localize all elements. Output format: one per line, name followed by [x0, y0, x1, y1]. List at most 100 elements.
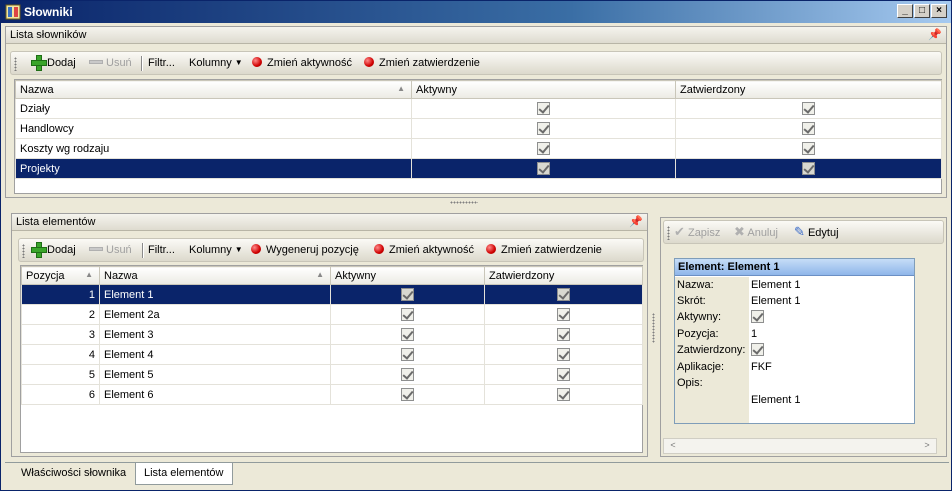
table-row[interactable]: 2 Element 2a — [21, 304, 643, 325]
approved-checkbox[interactable] — [557, 308, 570, 321]
dictionaries-panel-title: Lista słowników — [10, 29, 87, 41]
table-row-selected[interactable]: 1 Element 1 — [21, 284, 643, 305]
elements-panel-header: Lista elementów 📌 — [12, 214, 647, 231]
dictionaries-panel: Lista słowników 📌 Dodaj Usuń Filtr... Ko… — [5, 26, 947, 198]
change-active-button[interactable]: Zmień aktywność — [374, 239, 474, 261]
active-checkbox[interactable] — [751, 310, 764, 323]
approved-checkbox[interactable] — [802, 142, 815, 155]
save-button[interactable]: ✔ Zapisz — [674, 221, 720, 243]
card-body: Nazwa: Element 1 Skrót: Element 1 Aktywn… — [675, 277, 914, 423]
remove-icon — [89, 247, 103, 251]
x-icon: ✖ — [734, 224, 745, 239]
active-cell — [411, 98, 676, 119]
pin-icon[interactable]: 📌 — [928, 28, 942, 41]
toolbar-grip[interactable] — [667, 226, 670, 240]
add-button[interactable]: Dodaj — [31, 52, 76, 74]
approved-checkbox[interactable] — [557, 348, 570, 361]
active-checkbox[interactable] — [401, 288, 414, 301]
scroll-right-icon[interactable]: > — [920, 440, 934, 452]
change-approval-button[interactable]: Zmień zatwierdzenie — [486, 239, 602, 261]
approved-checkbox[interactable] — [557, 388, 570, 401]
approved-checkbox[interactable] — [802, 122, 815, 135]
label-short: Skrót: — [677, 295, 706, 307]
table-row[interactable]: 6 Element 6 — [21, 384, 643, 405]
change-active-label: Zmień aktywność — [267, 57, 352, 69]
columns-button[interactable]: Kolumny ▼ — [189, 239, 243, 261]
active-checkbox[interactable] — [401, 308, 414, 321]
horizontal-scrollbar[interactable]: < > — [663, 438, 937, 454]
table-row[interactable]: 3 Element 3 — [21, 324, 643, 345]
filter-button[interactable]: Filtr... — [148, 239, 175, 261]
approved-checkbox[interactable] — [802, 102, 815, 115]
col-header-active[interactable]: Aktywny — [411, 80, 676, 99]
table-row[interactable]: Działy — [15, 98, 942, 119]
approved-checkbox[interactable] — [557, 368, 570, 381]
tab-elements-list[interactable]: Lista elementów — [135, 463, 233, 485]
change-approval-label: Zmień zatwierdzenie — [379, 57, 480, 69]
active-checkbox[interactable] — [537, 122, 550, 135]
row-position: 3 — [21, 324, 100, 345]
col-header-name[interactable]: Nazwa ▲ — [99, 266, 331, 285]
label-position: Pozycja: — [677, 328, 719, 340]
change-active-button[interactable]: Zmień aktywność — [252, 52, 352, 74]
minimize-button[interactable]: _ — [897, 4, 913, 18]
pin-icon[interactable]: 📌 — [629, 215, 643, 228]
row-position: 5 — [21, 364, 100, 385]
change-approval-label: Zmień zatwierdzenie — [501, 244, 602, 256]
approved-checkbox[interactable] — [751, 343, 764, 356]
table-row[interactable]: Handlowcy — [15, 118, 942, 139]
col-header-position[interactable]: Pozycja ▲ — [21, 266, 100, 285]
table-row[interactable]: 4 Element 4 — [21, 344, 643, 365]
dictionaries-table: Nazwa ▲ Aktywny Zatwierdzony Działy Handl… — [15, 80, 942, 179]
vertical-splitter[interactable] — [650, 213, 658, 457]
table-row[interactable]: 5 Element 5 — [21, 364, 643, 385]
active-checkbox[interactable] — [401, 388, 414, 401]
red-dot-icon — [251, 244, 261, 254]
table-row-selected[interactable]: Projekty — [15, 158, 942, 179]
label-description: Opis: — [677, 377, 703, 389]
table-row[interactable]: Koszty wg rodzaju — [15, 138, 942, 159]
close-button[interactable]: × — [931, 4, 947, 18]
change-approval-button[interactable]: Zmień zatwierdzenie — [364, 52, 480, 74]
generate-position-button[interactable]: Wygeneruj pozycję — [251, 239, 359, 261]
active-cell — [330, 304, 485, 325]
bottom-tabs: Właściwości słownika Lista elementów — [5, 462, 949, 486]
approved-checkbox[interactable] — [802, 162, 815, 175]
label-approved: Zatwierdzony: — [677, 344, 746, 356]
edit-button[interactable]: ✎ Edytuj — [794, 221, 839, 243]
remove-button[interactable]: Usuń — [89, 52, 132, 74]
red-dot-icon — [252, 57, 262, 67]
col-header-name[interactable]: Nazwa ▲ — [15, 80, 412, 99]
approved-checkbox[interactable] — [557, 328, 570, 341]
col-header-approved[interactable]: Zatwierdzony — [675, 80, 942, 99]
dictionaries-grid-area: Nazwa ▲ Aktywny Zatwierdzony Działy Handl… — [14, 79, 942, 194]
remove-button[interactable]: Usuń — [89, 239, 132, 261]
tab-dictionary-properties[interactable]: Właściwości słownika — [13, 463, 134, 485]
col-header-position-label: Pozycja — [26, 269, 65, 282]
value-approved — [751, 343, 764, 359]
value-name: Element 1 — [751, 279, 801, 291]
toolbar-separator — [141, 56, 143, 71]
active-cell — [411, 118, 676, 139]
filter-button[interactable]: Filtr... — [148, 52, 175, 74]
col-header-name-label: Nazwa — [104, 269, 138, 282]
col-header-approved[interactable]: Zatwierdzony — [484, 266, 643, 285]
columns-button[interactable]: Kolumny ▼ — [189, 52, 243, 74]
maximize-button[interactable]: □ — [914, 4, 930, 18]
horizontal-splitter[interactable] — [5, 200, 949, 205]
active-checkbox[interactable] — [401, 368, 414, 381]
active-checkbox[interactable] — [537, 102, 550, 115]
active-checkbox[interactable] — [401, 348, 414, 361]
row-name: Element 5 — [99, 364, 331, 385]
toolbar-grip[interactable] — [14, 57, 17, 71]
active-checkbox[interactable] — [537, 142, 550, 155]
toolbar-grip[interactable] — [22, 244, 25, 258]
cancel-button[interactable]: ✖ Anuluj — [734, 221, 778, 243]
active-checkbox[interactable] — [537, 162, 550, 175]
approved-checkbox[interactable] — [557, 288, 570, 301]
col-header-active[interactable]: Aktywny — [330, 266, 485, 285]
active-checkbox[interactable] — [401, 328, 414, 341]
scroll-left-icon[interactable]: < — [666, 440, 680, 452]
sort-asc-icon: ▲ — [316, 270, 324, 279]
add-button[interactable]: Dodaj — [31, 239, 76, 261]
